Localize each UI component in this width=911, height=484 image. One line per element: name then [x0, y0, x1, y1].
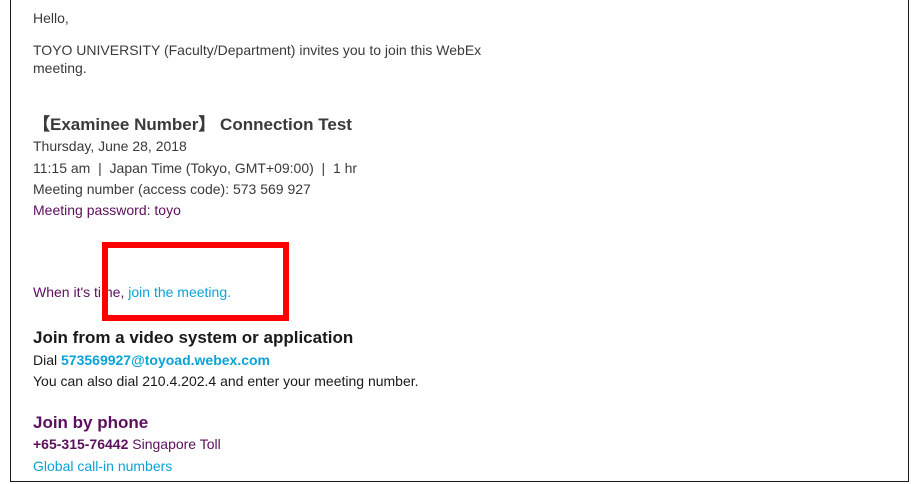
video-address-link[interactable]: 573569927@toyoad.webex.com	[61, 352, 270, 368]
video-system-heading: Join from a video system or application	[33, 328, 354, 347]
dial-label: Dial	[33, 352, 62, 368]
meeting-password: Meeting password: toyo	[33, 202, 181, 218]
phone-toll-label: Singapore Toll	[128, 436, 221, 452]
join-line: When it's time, join the meeting.	[33, 284, 231, 300]
join-suffix: .	[227, 284, 231, 300]
phone-line: +65-315-76442 Singapore Toll	[33, 436, 221, 452]
alt-dial-text: You can also dial 210.4.202.4 and enter …	[33, 373, 419, 389]
dial-line: Dial 573569927@toyoad.webex.com	[33, 352, 270, 368]
meeting-time: 11:15 am | Japan Time (Tokyo, GMT+09:00)…	[33, 160, 358, 176]
phone-number: +65-315-76442	[33, 436, 129, 452]
invite-text-line1: TOYO UNIVERSITY (Faculty/Department) inv…	[33, 42, 482, 58]
meeting-number: Meeting number (access code): 573 569 92…	[33, 181, 311, 197]
invite-text-line2: meeting.	[33, 60, 87, 76]
join-meeting-link[interactable]: join the meeting	[128, 284, 227, 300]
email-body: Hello, TOYO UNIVERSITY (Faculty/Departme…	[10, 0, 909, 482]
meeting-title: 【Examinee Number】 Connection Test	[33, 115, 352, 134]
meeting-date: Thursday, June 28, 2018	[33, 138, 187, 154]
phone-heading: Join by phone	[33, 413, 149, 432]
greeting-text: Hello,	[33, 10, 69, 26]
global-call-in-link[interactable]: Global call-in numbers	[33, 458, 172, 474]
join-prefix: When it's time,	[33, 284, 129, 300]
